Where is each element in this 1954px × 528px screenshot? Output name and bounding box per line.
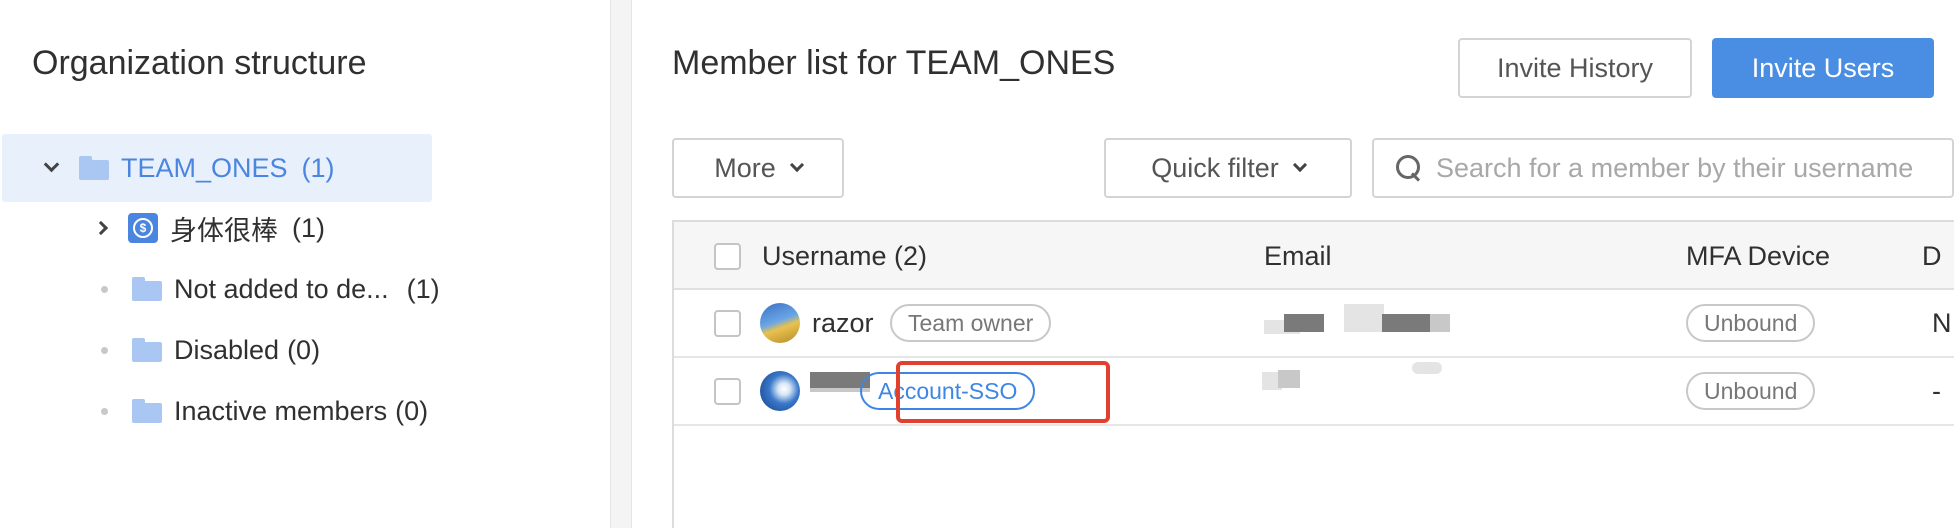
select-all-cell — [714, 222, 741, 290]
row-checkbox[interactable] — [714, 309, 741, 337]
overflow-cell: N — [1932, 307, 1952, 338]
annotation-highlight-box — [896, 361, 1110, 423]
chevron-down-icon — [789, 157, 804, 173]
tree-item-count: (0) — [395, 395, 429, 426]
panel-divider[interactable] — [610, 0, 632, 528]
bullet-icon — [101, 407, 108, 415]
tree-item-inactive[interactable]: Inactive members (0) — [0, 377, 610, 445]
email-redacted — [1262, 358, 1462, 424]
select-all-checkbox[interactable] — [714, 242, 741, 270]
tree-item-label: Not added to de... — [174, 273, 389, 304]
table-row[interactable]: Account-SSO Unbound - — [674, 358, 1954, 426]
folder-icon — [79, 156, 109, 180]
tree-item-label: Disabled — [174, 334, 280, 365]
column-header-email[interactable]: Email — [1264, 222, 1332, 290]
chevron-down-icon — [1292, 157, 1307, 173]
tree-item-count: (1) — [301, 152, 335, 183]
invite-history-button[interactable]: Invite History — [1458, 38, 1692, 98]
avatar — [760, 371, 800, 411]
column-header-username[interactable]: Username (2) — [762, 222, 927, 290]
tree-item-not-added[interactable]: Not added to de... (1) — [0, 255, 610, 323]
org-structure-title: Organization structure — [32, 44, 367, 82]
column-header-mfa[interactable]: MFA Device — [1686, 222, 1830, 290]
member-search-box[interactable] — [1372, 138, 1954, 198]
mfa-status-badge: Unbound — [1686, 304, 1816, 342]
tree-item-disabled[interactable]: Disabled (0) — [0, 316, 610, 384]
folder-icon — [132, 338, 162, 362]
tree-item-department[interactable]: $ 身体很棒 (1) — [0, 194, 610, 262]
tree-item-label: TEAM_ONES — [121, 152, 288, 183]
search-icon — [1394, 153, 1424, 183]
quick-filter-button[interactable]: Quick filter — [1104, 138, 1352, 198]
member-search-input[interactable] — [1436, 152, 1936, 184]
folder-icon — [132, 399, 162, 423]
team-owner-badge: Team owner — [890, 304, 1052, 342]
folder-icon — [132, 277, 162, 301]
quick-filter-label: Quick filter — [1151, 152, 1279, 183]
tree-item-label: Inactive members — [174, 395, 388, 426]
member-table: Username (2) Email MFA Device D razor Te… — [672, 220, 1954, 528]
member-list-title: Member list for TEAM_ONES — [672, 44, 1116, 82]
tree-item-count: (1) — [292, 212, 325, 243]
bullet-icon — [101, 346, 108, 354]
overflow-cell: - — [1932, 375, 1941, 406]
more-label: More — [714, 152, 776, 183]
avatar — [760, 303, 800, 343]
email-redacted — [1264, 290, 1524, 356]
org-structure-panel: Organization structure TEAM_ONES (1) $ 身… — [0, 0, 610, 528]
table-header: Username (2) Email MFA Device D — [674, 222, 1954, 290]
invite-users-button[interactable]: Invite Users — [1712, 38, 1934, 98]
tree-item-label: 身体很棒 — [170, 215, 278, 246]
row-checkbox[interactable] — [714, 377, 741, 405]
username: razor — [812, 307, 874, 338]
chevron-right-icon[interactable] — [93, 220, 109, 236]
department-icon: $ — [128, 213, 158, 243]
more-dropdown-button[interactable]: More — [672, 138, 844, 198]
bullet-icon — [101, 285, 108, 293]
column-header-overflow: D — [1922, 240, 1942, 271]
chevron-down-icon[interactable] — [43, 156, 60, 172]
table-row[interactable]: razor Team owner Unbound N — [674, 290, 1954, 358]
tree-item-count: (1) — [406, 273, 440, 304]
tree-item-team-ones[interactable]: TEAM_ONES (1) — [0, 134, 610, 202]
mfa-status-badge: Unbound — [1686, 372, 1816, 410]
tree-item-count: (0) — [287, 334, 321, 365]
